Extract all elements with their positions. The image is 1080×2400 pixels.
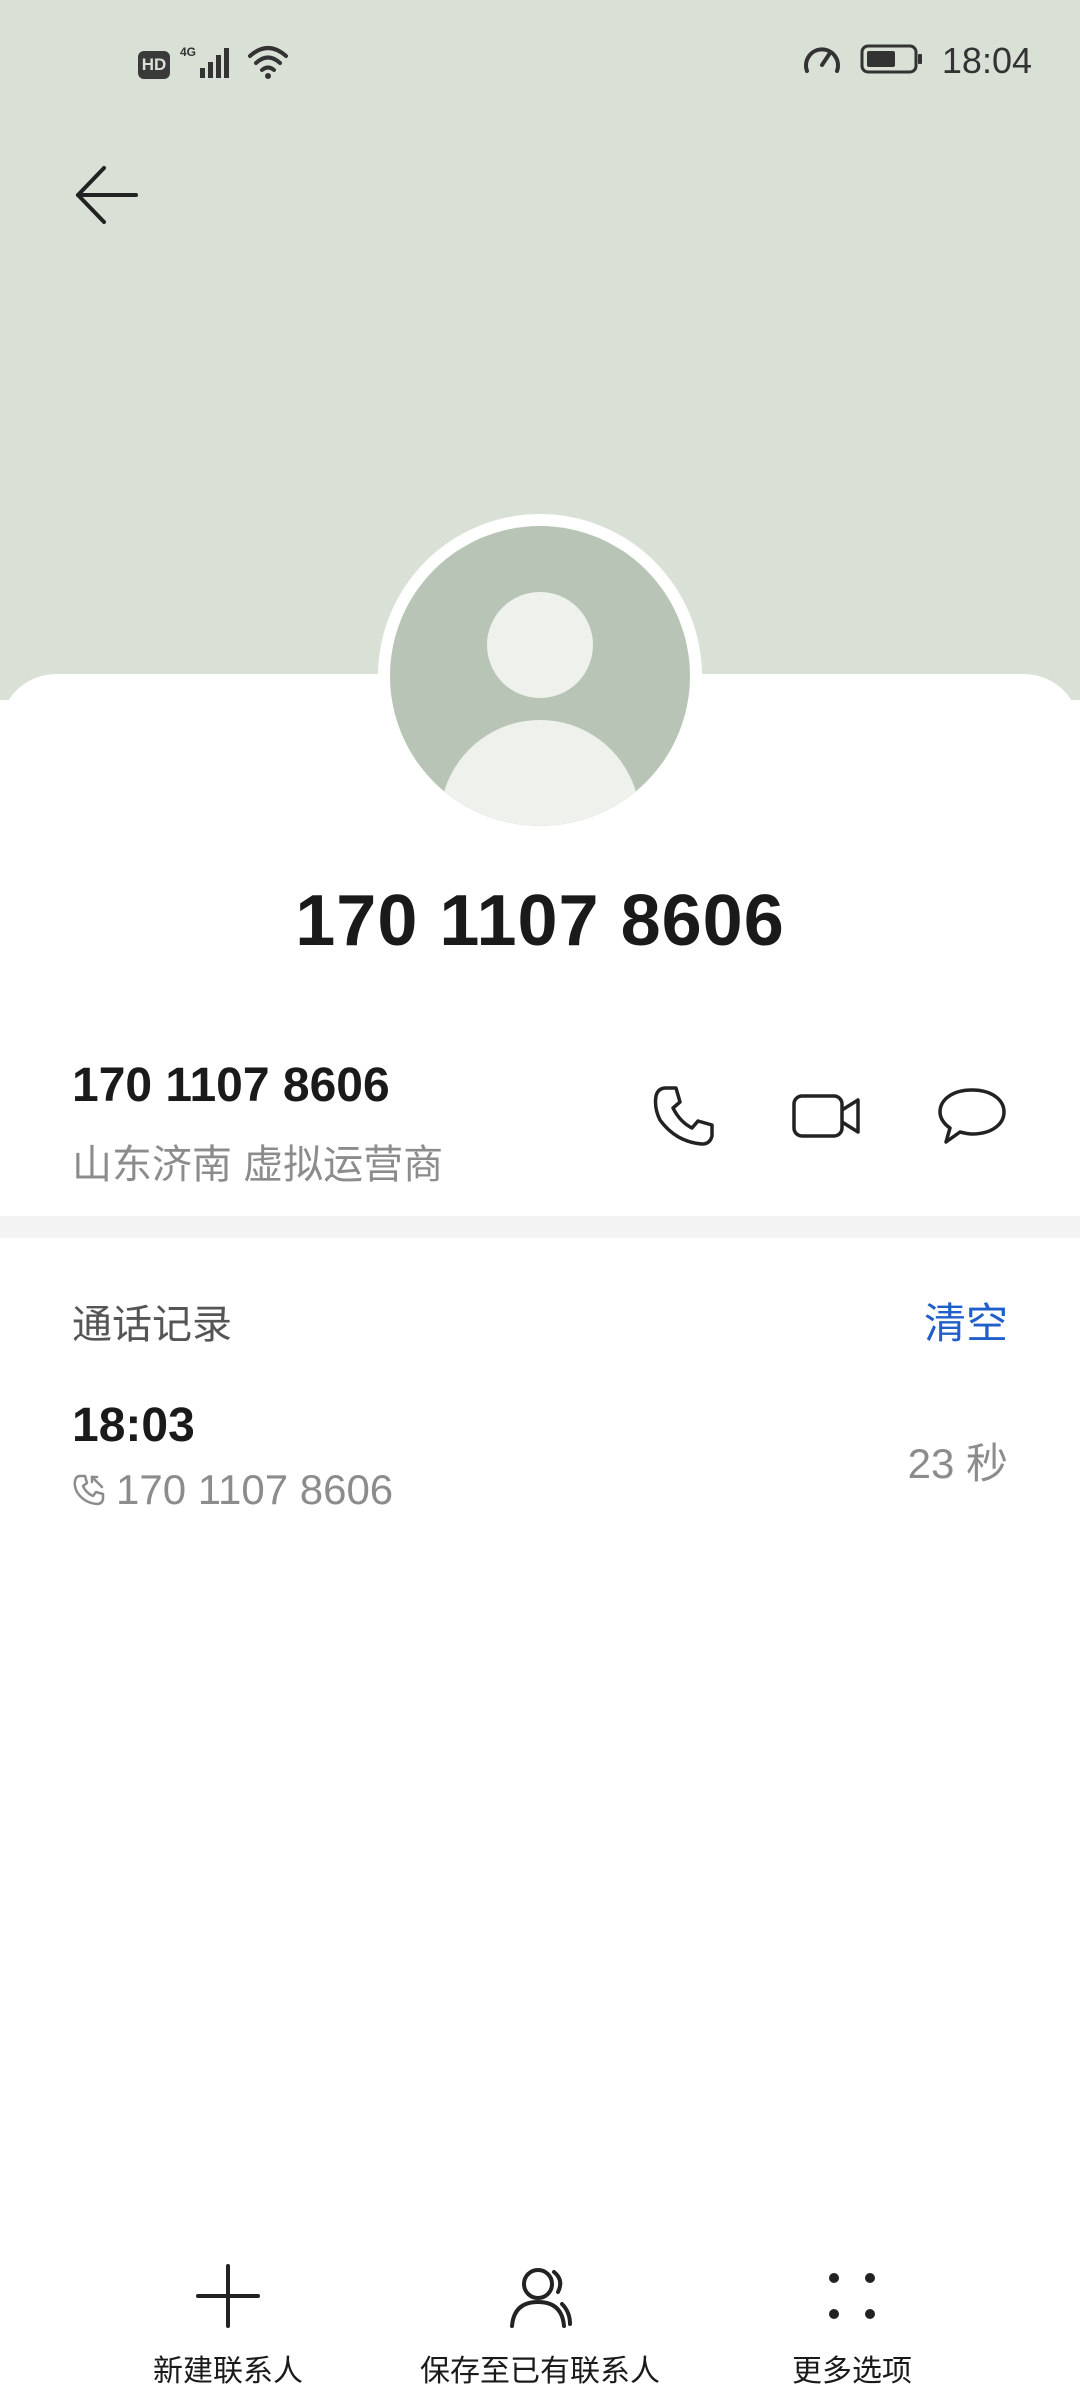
clear-call-log-button[interactable]: 清空: [924, 1290, 1008, 1351]
status-bar-left: HD 4G: [138, 44, 290, 85]
signal-4g-icon: 4G: [180, 44, 236, 85]
call-log-time: 18:03: [72, 1399, 195, 1452]
svg-text:4G: 4G: [180, 45, 196, 59]
more-options-button[interactable]: 更多选项: [702, 2260, 1002, 2390]
call-log-detail: 170 1107 8606: [72, 1466, 393, 1514]
phone-call-icon[interactable]: [648, 1080, 720, 1152]
speedometer-icon: [802, 41, 842, 82]
save-to-existing-contact-button[interactable]: 保存至已有联系人: [390, 2260, 690, 2390]
status-bar-right: 18:04: [802, 40, 1032, 82]
avatar-head-shape: [487, 592, 593, 698]
wifi-icon: [246, 44, 290, 85]
contact-title-number: 170 1107 8606: [295, 881, 785, 961]
video-call-icon[interactable]: [790, 1080, 862, 1152]
call-log-duration: 23 秒: [907, 1440, 1008, 1487]
save-to-existing-contact-label: 保存至已有联系人: [420, 2355, 660, 2388]
battery-icon: [860, 41, 924, 82]
status-time: 18:04: [941, 40, 1032, 81]
phone-location: 山东济南 虚拟运营商: [72, 1143, 444, 1187]
more-dots-icon: [829, 2273, 875, 2319]
call-log-number: 170 1107 8606: [116, 1466, 394, 1513]
hd-icon: HD: [138, 50, 170, 79]
bottom-action-bar: 新建联系人 保存至已有联系人 更多选项: [0, 2240, 1080, 2400]
new-contact-button[interactable]: 新建联系人: [78, 2260, 378, 2390]
person-icon: [510, 2268, 572, 2328]
plus-icon: [196, 2264, 260, 2328]
avatar[interactable]: [390, 526, 690, 826]
call-log-title: 通话记录: [72, 1303, 232, 1347]
avatar-body-shape: [440, 720, 640, 826]
status-bar: HD 4G 18:04: [0, 0, 1080, 130]
more-options-label: 更多选项: [792, 2355, 912, 2388]
back-button[interactable]: [72, 160, 142, 230]
phone-number[interactable]: 170 1107 8606: [72, 1058, 390, 1113]
arrow-left-icon: [76, 166, 138, 224]
message-icon[interactable]: [936, 1080, 1008, 1152]
incoming-call-icon: [73, 1474, 105, 1506]
new-contact-label: 新建联系人: [153, 2355, 303, 2388]
section-divider: [0, 1216, 1080, 1238]
